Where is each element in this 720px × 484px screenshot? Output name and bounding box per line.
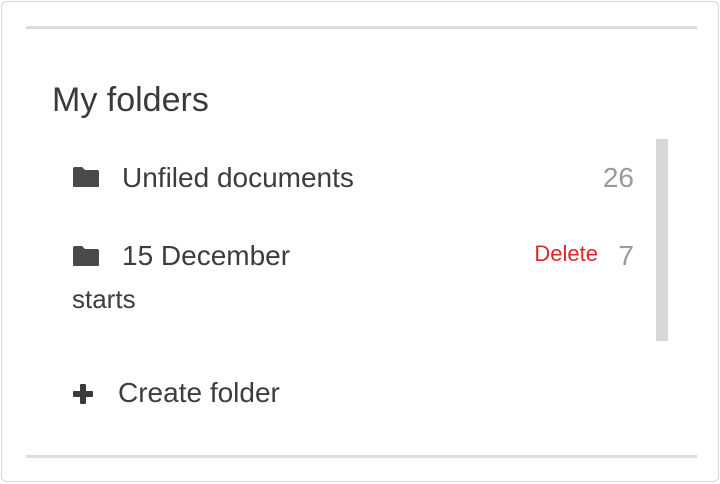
scrollbar-thumb[interactable] [656, 139, 668, 341]
folder-list: Unfiled documents 26 15 December starts … [64, 139, 668, 341]
panel-title: My folders [52, 81, 209, 119]
plus-icon [73, 384, 93, 404]
bottom-divider [26, 455, 697, 458]
folder-icon [73, 167, 99, 187]
top-divider [26, 26, 697, 29]
create-folder-label: Create folder [118, 377, 280, 408]
scrollbar-track[interactable] [656, 139, 668, 341]
folder-item-15-december-starts[interactable]: 15 December starts Delete 7 [64, 237, 644, 327]
folder-name: 15 December [122, 240, 291, 271]
folder-count: 26 [602, 162, 634, 193]
delete-folder-link[interactable]: Delete [534, 239, 598, 269]
folder-count: 7 [618, 240, 634, 271]
folder-name-continued: starts [72, 284, 136, 314]
folder-icon [73, 246, 99, 266]
folder-name: Unfiled documents [122, 162, 354, 193]
folder-item-unfiled-documents[interactable]: Unfiled documents 26 [64, 159, 644, 199]
folders-panel: My folders Unfiled documents 26 15 Decem… [1, 1, 719, 482]
